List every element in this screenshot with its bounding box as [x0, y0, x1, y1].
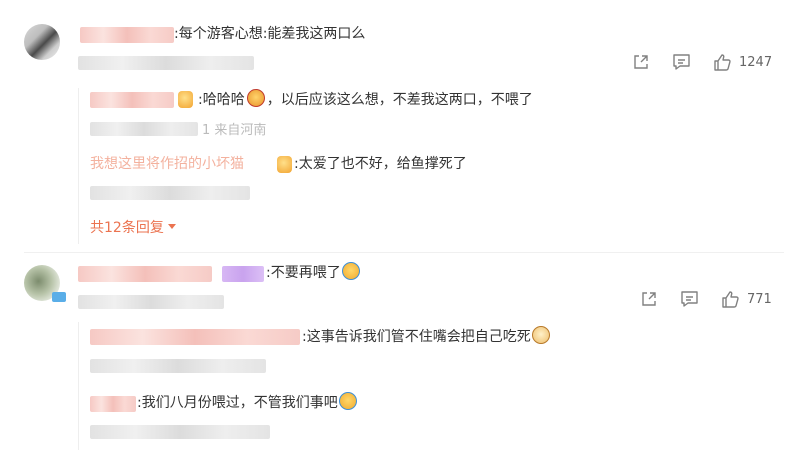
thumbs-up-icon: [713, 53, 732, 71]
comment-icon: [680, 290, 699, 308]
reply-text: :我们八月份喂过，不管我们事吧: [137, 392, 357, 413]
comment-button[interactable]: [672, 53, 691, 71]
reply-meta: [90, 425, 270, 439]
divider: [24, 252, 784, 253]
comment-text: :不要再喂了: [266, 262, 360, 283]
comment-text: :每个游客心想:能差我这两口么: [174, 26, 366, 42]
comment-meta: [78, 295, 224, 309]
reply-username[interactable]: [90, 92, 174, 108]
thumbs-up-icon: [721, 290, 740, 308]
reply-username[interactable]: [90, 329, 300, 345]
comment-actions: 771: [640, 290, 772, 308]
reply-meta: 1 来自河南: [90, 119, 266, 138]
like-count: 1247: [739, 54, 773, 70]
cheers-emoji-icon: [178, 91, 193, 108]
comment-button[interactable]: [680, 290, 699, 308]
dog-face-emoji: [531, 326, 550, 344]
comment-actions: 1247: [632, 53, 772, 71]
reply-meta: [90, 359, 266, 373]
like-count: 771: [747, 291, 772, 307]
reply-text: :哈哈哈 ，以后应该这么想，不差我这两口，不喂了: [198, 89, 533, 110]
username[interactable]: [78, 266, 212, 282]
reply-text: :这事告诉我们管不住嘴会把自己吃死: [302, 326, 550, 347]
comment-meta: [78, 56, 254, 70]
comment-icon: [672, 53, 691, 71]
reply-thread-line: [78, 322, 79, 450]
laughing-face-emoji: [246, 89, 265, 107]
reply-username[interactable]: [90, 396, 136, 412]
view-more-replies-link[interactable]: 共12条回复: [90, 217, 177, 237]
reply-meta: [90, 186, 250, 200]
user-tag: [222, 266, 264, 282]
share-icon: [632, 53, 650, 71]
share-button[interactable]: [632, 53, 650, 71]
avatar[interactable]: [24, 24, 60, 60]
caret-down-icon: [167, 219, 177, 235]
like-button[interactable]: 1247: [713, 53, 772, 71]
reply-text: :太爱了也不好，给鱼撑死了: [294, 156, 467, 172]
share-button[interactable]: [640, 290, 658, 308]
crying-laughing-emoji: [341, 262, 360, 280]
cheers-emoji-icon: [277, 156, 292, 173]
share-icon: [640, 290, 658, 308]
verified-badge-icon: [52, 292, 66, 302]
reply-username[interactable]: 我想这里将作招的小坏猫: [90, 153, 244, 173]
reply-thread-line: [78, 88, 79, 244]
username[interactable]: [80, 27, 174, 43]
like-button[interactable]: 771: [721, 290, 772, 308]
crying-laughing-emoji: [338, 392, 357, 410]
